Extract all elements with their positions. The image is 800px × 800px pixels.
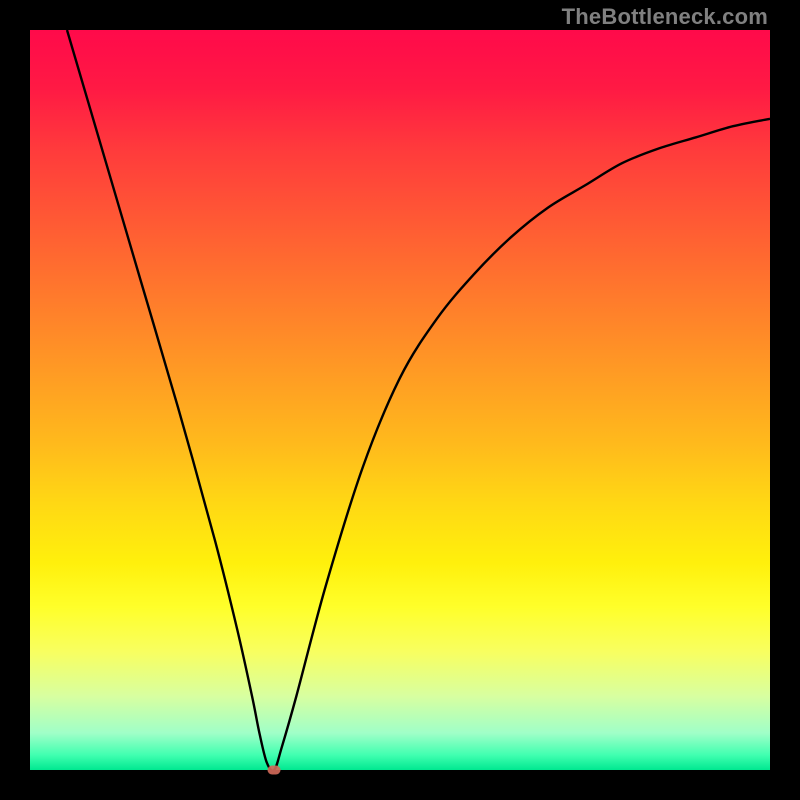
curve-path (67, 30, 770, 771)
attribution-text: TheBottleneck.com (562, 4, 768, 30)
plot-area (30, 30, 770, 770)
bottleneck-curve (30, 30, 770, 770)
minimum-marker (268, 766, 281, 775)
chart-frame: TheBottleneck.com (0, 0, 800, 800)
